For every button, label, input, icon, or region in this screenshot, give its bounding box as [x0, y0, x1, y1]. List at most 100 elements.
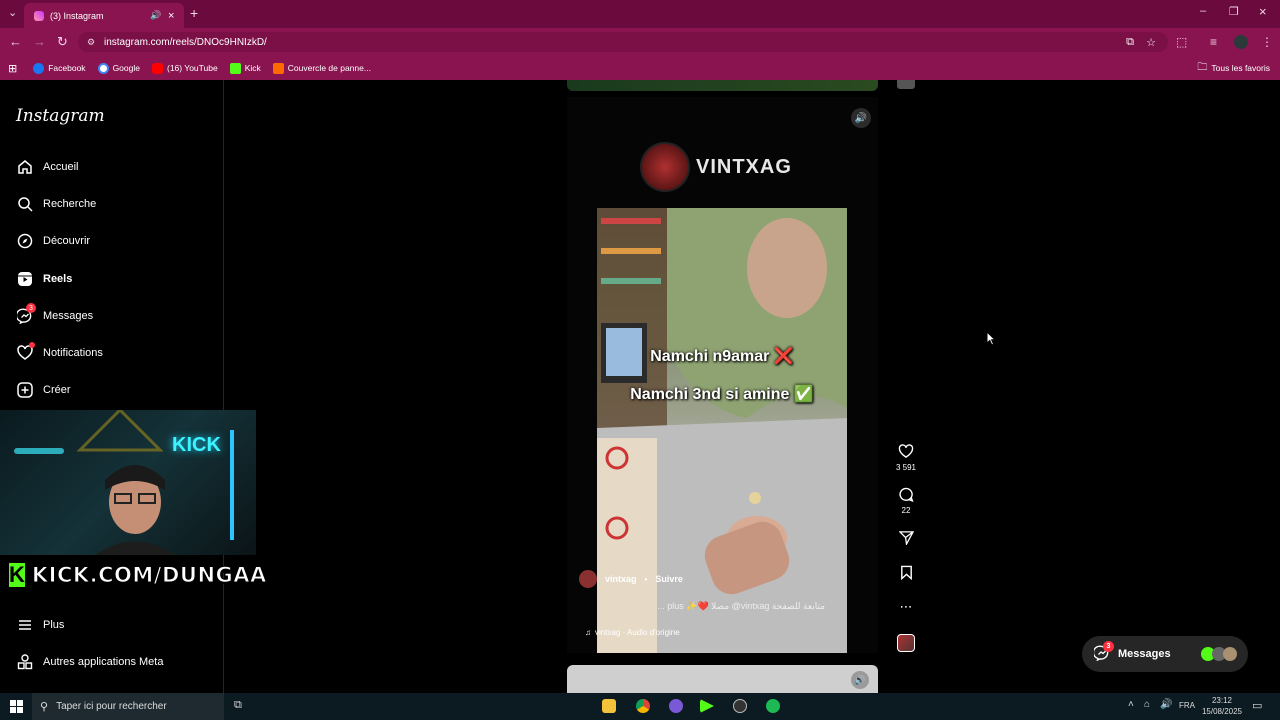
clock[interactable]: 23:12 15/08/2025 [1200, 695, 1244, 717]
forward-arrow-icon[interactable]: → [33, 34, 46, 49]
tab-list-chevron-icon[interactable]: ⌄ [8, 6, 17, 19]
send-paper-plane-icon[interactable] [893, 530, 919, 549]
follow-button[interactable]: Suivre [655, 574, 683, 584]
chrome-icon[interactable] [636, 699, 650, 713]
mouse-cursor-icon [986, 331, 996, 346]
compass-icon [16, 232, 33, 249]
apps-grid-icon[interactable]: ⊞ [8, 62, 17, 75]
reel-audio-row[interactable]: ♫ vintxag · Audio d'origine [585, 628, 680, 637]
reels-icon [16, 270, 33, 287]
obs-icon[interactable] [733, 699, 747, 713]
comment-bubble-icon[interactable] [893, 487, 919, 506]
instagram-logo[interactable]: Instagram [16, 106, 105, 126]
reload-icon[interactable]: ↻ [57, 34, 68, 50]
mute-toggle-icon[interactable]: 🔊 [851, 108, 871, 128]
instagram-sidebar: Instagram Accueil Recherche Découvrir Re… [0, 80, 224, 693]
share-action[interactable] [893, 530, 919, 549]
next-reel-mute-icon[interactable]: 🔊 [851, 671, 869, 689]
brand-name: VINTXAG [696, 155, 792, 178]
previous-audio-thumb[interactable] [897, 80, 915, 89]
bookmark-save-icon[interactable] [893, 565, 919, 584]
save-action[interactable] [893, 565, 919, 584]
messenger-pill-icon: 3 [1092, 640, 1114, 664]
caption-line-1: Namchi n9amar ❌ [650, 348, 794, 365]
sidebar-item-decouvrir[interactable]: Découvrir [16, 232, 90, 249]
extensions-icon[interactable]: ⬚ [1176, 35, 1187, 49]
instagram-favicon-icon [34, 10, 44, 21]
sidebar-item-accueil[interactable]: Accueil [16, 158, 78, 175]
language-indicator[interactable]: FRA [1179, 701, 1195, 710]
youtube-icon [151, 62, 163, 74]
notification-dot [29, 342, 35, 348]
site-info-icon[interactable]: ⚙ [87, 37, 95, 48]
messages-badge: 3 [26, 303, 36, 313]
messenger-app-icon[interactable] [669, 699, 683, 713]
profile-avatar[interactable] [1234, 35, 1248, 49]
sidebar-item-messages[interactable]: 3 Messages [16, 303, 93, 324]
task-view-icon[interactable]: ⧉ [234, 699, 242, 712]
browser-tab-instagram[interactable]: (3) Instagram 🔊 × [24, 3, 184, 28]
tab-audio-icon[interactable]: 🔊 [150, 10, 161, 21]
windows-start-icon[interactable] [10, 700, 23, 713]
plus-square-icon [16, 381, 33, 398]
author-avatar[interactable] [579, 570, 597, 588]
sidebar-item-reels[interactable]: Reels [16, 270, 72, 287]
like-action[interactable]: 3 591 [893, 444, 919, 472]
clock-time: 23:12 [1211, 696, 1233, 705]
brand-avatar [640, 142, 690, 192]
restore-icon[interactable]: ❐ [1229, 5, 1239, 18]
music-note-icon: ♫ [585, 628, 591, 637]
kick-channel-banner: K KICK.COM/DUNGAA [6, 558, 267, 592]
previous-reel-edge[interactable] [567, 80, 878, 91]
taskbar-search-box[interactable]: ⚲ Taper ici pour rechercher [32, 693, 224, 720]
taskbar-search-placeholder: Taper ici pour rechercher [56, 701, 167, 712]
tab-close-icon[interactable]: × [168, 10, 174, 22]
bookmark-couvercle[interactable]: Couvercle de panne... [272, 62, 371, 74]
more-options-icon[interactable]: ⋯ [893, 599, 919, 615]
windows-taskbar: ⚲ Taper ici pour rechercher ⧉ ˄ ⌂ 🔊 FRA … [0, 693, 1280, 720]
file-explorer-icon[interactable] [602, 699, 616, 713]
spotify-icon[interactable] [766, 699, 780, 713]
reel-description[interactable]: ... plus ✨❤️ مصلا @vintxag متابعة للصفحة [600, 601, 825, 612]
meta-apps-icon [16, 653, 33, 670]
window-close-icon[interactable]: × [1259, 4, 1267, 19]
all-favorites-folder[interactable]: 🗀 Tous les favoris [1197, 60, 1270, 77]
search-icon [16, 195, 33, 212]
dot-separator: • [644, 574, 648, 584]
game-launcher-icon[interactable] [700, 699, 714, 713]
notification-center-icon[interactable]: ▭ [1252, 699, 1262, 712]
caption-line-2: Namchi 3nd si amine ✅ [630, 386, 814, 403]
tray-chevron-icon[interactable]: ˄ [1128, 699, 1134, 710]
volume-icon[interactable]: 🔊 [1160, 699, 1172, 710]
audio-thumbnail[interactable] [897, 634, 915, 652]
bookmarks-bar: ⊞ Facebook Google (16) YouTube Kick Couv… [0, 56, 1280, 80]
bookmark-kick[interactable]: Kick [229, 62, 261, 74]
messages-pill-badge: 3 [1103, 640, 1114, 652]
install-app-icon[interactable]: ⧉ [1126, 36, 1134, 49]
sidebar-item-recherche[interactable]: Recherche [16, 195, 96, 212]
sidebar-item-plus[interactable]: Plus [16, 616, 64, 633]
comment-action[interactable]: 22 [893, 487, 919, 515]
minimize-icon[interactable]: – [1200, 5, 1206, 17]
media-control-icon[interactable]: ≡ [1210, 35, 1217, 49]
author-username[interactable]: vintxag [605, 574, 637, 584]
messages-floating-button[interactable]: 3 Messages [1082, 636, 1248, 672]
new-tab-plus-icon[interactable]: + [190, 5, 198, 21]
address-bar[interactable]: ⚙ instagram.com/reels/DNOc9HNIzkD/ ⧉ ☆ [78, 32, 1168, 52]
sidebar-item-meta-apps[interactable]: Autres applications Meta [16, 653, 163, 670]
bookmark-star-icon[interactable]: ☆ [1146, 36, 1156, 49]
network-icon[interactable]: ⌂ [1144, 699, 1150, 710]
url-text: instagram.com/reels/DNOc9HNIzkD/ [104, 36, 267, 48]
bookmark-google[interactable]: Google [97, 62, 140, 74]
like-heart-icon[interactable] [893, 444, 919, 463]
taskbar-search-icon: ⚲ [40, 701, 49, 713]
like-count: 3 591 [895, 463, 917, 472]
bookmark-youtube[interactable]: (16) YouTube [151, 62, 218, 74]
next-reel-preview[interactable]: 🔊 [567, 665, 878, 693]
browser-menu-icon[interactable]: ⋮ [1261, 35, 1273, 49]
back-arrow-icon[interactable]: ← [9, 34, 22, 49]
browser-tab-bar: ⌄ (3) Instagram 🔊 × + – ❐ × [0, 0, 1280, 28]
bookmark-facebook[interactable]: Facebook [33, 62, 86, 74]
sidebar-item-notifications[interactable]: Notifications [16, 342, 103, 361]
sidebar-item-creer[interactable]: Créer [16, 381, 71, 398]
